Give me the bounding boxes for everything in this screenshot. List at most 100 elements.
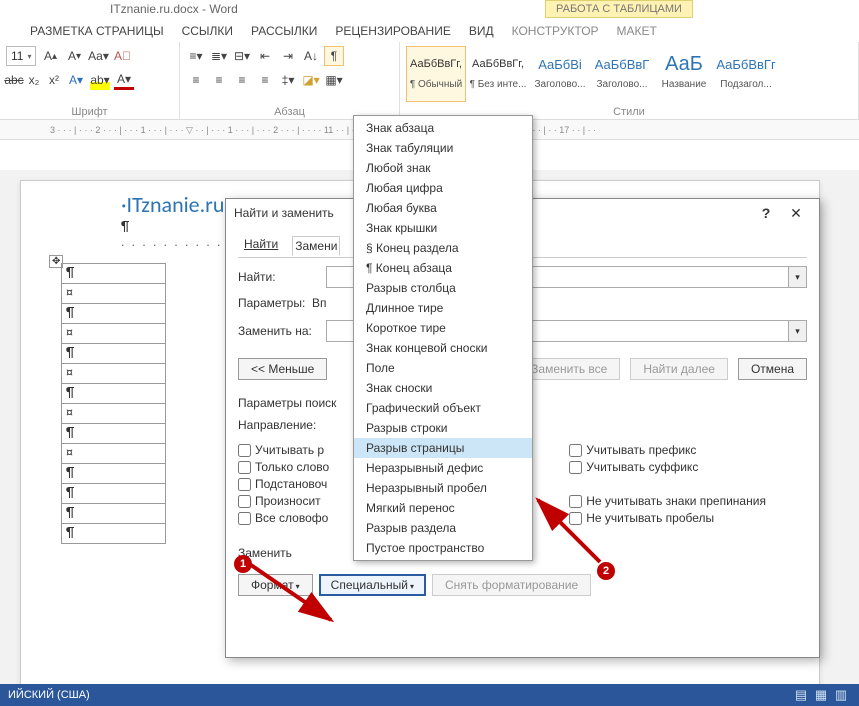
close-icon[interactable]: ✕ [781, 205, 811, 222]
group-font-label: Шрифт [0, 106, 179, 118]
chevron-down-icon[interactable]: ▾ [788, 267, 806, 287]
menu-item-11[interactable]: Знак концевой сноски [354, 338, 532, 358]
chk-wildcards[interactable]: Подстановоч [238, 477, 329, 491]
web-layout-icon[interactable]: ▥ [831, 687, 851, 703]
font-color-icon[interactable]: A▾ [114, 70, 134, 90]
menu-item-10[interactable]: Короткое тире [354, 318, 532, 338]
indent-right-icon[interactable]: ⇥ [278, 46, 298, 66]
change-case-icon[interactable]: Aa▾ [88, 46, 108, 66]
menu-item-6[interactable]: § Конец раздела [354, 238, 532, 258]
find-next-button[interactable]: Найти далее [630, 358, 728, 380]
chk-case[interactable]: Учитывать р [238, 443, 329, 457]
grow-font-icon[interactable]: A▴ [40, 46, 60, 66]
replace-label: Заменить на: [238, 324, 318, 338]
menu-item-4[interactable]: Любая буква [354, 198, 532, 218]
shrink-font-icon[interactable]: A▾ [64, 46, 84, 66]
tab-layout[interactable]: РАЗМЕТКА СТРАНИЦЫ [30, 24, 164, 38]
dialog-tab-find[interactable]: Найти [242, 235, 280, 255]
font-size-combo[interactable]: 11▾ [6, 46, 36, 66]
find-label: Найти: [238, 270, 318, 284]
print-layout-icon[interactable]: ▦ [811, 687, 831, 703]
menu-item-2[interactable]: Любой знак [354, 158, 532, 178]
tab-table-layout[interactable]: МАКЕТ [617, 24, 657, 38]
menu-item-14[interactable]: Графический объект [354, 398, 532, 418]
table-move-handle-icon[interactable]: ✥ [49, 255, 63, 268]
cancel-button[interactable]: Отмена [738, 358, 807, 380]
replace-all-button[interactable]: Заменить все [518, 358, 620, 380]
menu-item-8[interactable]: Разрыв столбца [354, 278, 532, 298]
chevron-down-icon[interactable]: ▾ [788, 321, 806, 341]
tab-mailings[interactable]: РАССЫЛКИ [251, 24, 317, 38]
align-center-icon[interactable]: ≡ [209, 70, 229, 90]
ribbon-tabs: РАЗМЕТКА СТРАНИЦЫ ССЫЛКИ РАССЫЛКИ РЕЦЕНЗ… [0, 20, 859, 42]
menu-item-13[interactable]: Знак сноски [354, 378, 532, 398]
dialog-title: Найти и заменить [234, 206, 334, 220]
chk-prefix[interactable]: Учитывать префикс [569, 443, 766, 457]
tab-review[interactable]: РЕЦЕНЗИРОВАНИЕ [335, 24, 450, 38]
style-2[interactable]: АаБбВіЗаголово... [530, 46, 590, 102]
doc-table[interactable]: ¶¤ ¶¤ ¶¤ ¶¤ ¶¤ ¶¶ ¶¶ [61, 263, 166, 544]
menu-item-12[interactable]: Поле [354, 358, 532, 378]
chk-sounds-like[interactable]: Произносит [238, 494, 329, 508]
numbering-icon[interactable]: ≣▾ [209, 46, 229, 66]
borders-icon[interactable]: ▦▾ [324, 70, 344, 90]
menu-item-3[interactable]: Любая цифра [354, 178, 532, 198]
highlight-icon[interactable]: ab▾ [90, 70, 110, 90]
style-4[interactable]: АаБНазвание [654, 46, 714, 102]
superscript-icon[interactable]: x² [46, 70, 62, 90]
dialog-tab-replace[interactable]: Замени [292, 236, 340, 256]
window-title: ITznanie.ru.docx - Word [0, 0, 859, 20]
subscript-icon[interactable]: x₂ [26, 70, 42, 90]
style-1[interactable]: АаБбВвГг,¶ Без инте... [468, 46, 528, 102]
annotation-arrow-1 [246, 555, 346, 635]
menu-item-21[interactable]: Пустое пространство [354, 538, 532, 558]
indent-left-icon[interactable]: ⇤ [255, 46, 275, 66]
params-label: Параметры: [238, 296, 305, 310]
strike-icon[interactable]: abc [6, 70, 22, 90]
annotation-arrow-2 [530, 492, 610, 572]
special-dropdown: Знак абзацаЗнак табуляцииЛюбой знакЛюбая… [353, 115, 533, 561]
style-5[interactable]: АаБбВвГгПодзагол... [716, 46, 776, 102]
tab-view[interactable]: ВИД [469, 24, 494, 38]
status-language[interactable]: ИЙСКИЙ (США) [8, 689, 90, 701]
align-right-icon[interactable]: ≡ [232, 70, 252, 90]
menu-item-18[interactable]: Неразрывный пробел [354, 478, 532, 498]
chk-suffix[interactable]: Учитывать суффикс [569, 460, 766, 474]
show-marks-icon[interactable]: ¶ [324, 46, 344, 66]
menu-item-7[interactable]: ¶ Конец абзаца [354, 258, 532, 278]
text-effects-icon[interactable]: A▾ [66, 70, 86, 90]
shading-icon[interactable]: ◪▾ [301, 70, 321, 90]
bullets-icon[interactable]: ≡▾ [186, 46, 206, 66]
line-spacing-icon[interactable]: ‡▾ [278, 70, 298, 90]
clear-format-icon[interactable]: A⃠ [112, 46, 132, 66]
params-value: Вп [312, 296, 327, 310]
chk-word-forms[interactable]: Все словофо [238, 511, 329, 525]
tab-references[interactable]: ССЫЛКИ [182, 24, 233, 38]
annotation-badge-2: 2 [597, 562, 615, 580]
style-0[interactable]: АаБбВвГг,¶ Обычный [406, 46, 466, 102]
style-3[interactable]: АаБбВвГЗаголово... [592, 46, 652, 102]
align-left-icon[interactable]: ≡ [186, 70, 206, 90]
menu-item-1[interactable]: Знак табуляции [354, 138, 532, 158]
dialog-help-icon[interactable]: ? [751, 205, 781, 221]
menu-item-17[interactable]: Неразрывный дефис [354, 458, 532, 478]
menu-item-16[interactable]: Разрыв страницы [354, 438, 532, 458]
direction-label: Направление: [238, 418, 316, 432]
chk-whole-word[interactable]: Только слово [238, 460, 329, 474]
menu-item-9[interactable]: Длинное тире [354, 298, 532, 318]
sort-icon[interactable]: A↓ [301, 46, 321, 66]
remove-formatting-button[interactable]: Снять форматирование [432, 574, 591, 596]
ribbon: 11▾ A▴ A▾ Aa▾ A⃠ abc x₂ x² A▾ ab▾ A▾ Шри… [0, 42, 859, 120]
menu-item-19[interactable]: Мягкий перенос [354, 498, 532, 518]
menu-item-20[interactable]: Разрыв раздела [354, 518, 532, 538]
menu-item-15[interactable]: Разрыв строки [354, 418, 532, 438]
tab-design[interactable]: КОНСТРУКТОР [512, 24, 599, 38]
less-button[interactable]: << Меньше [238, 358, 327, 380]
read-mode-icon[interactable]: ▤ [791, 687, 811, 703]
justify-icon[interactable]: ≡ [255, 70, 275, 90]
menu-item-0[interactable]: Знак абзаца [354, 118, 532, 138]
multilevel-icon[interactable]: ⊟▾ [232, 46, 252, 66]
menu-item-5[interactable]: Знак крышки [354, 218, 532, 238]
status-bar: ИЙСКИЙ (США) ▤ ▦ ▥ [0, 684, 859, 706]
annotation-badge-1: 1 [234, 555, 252, 573]
